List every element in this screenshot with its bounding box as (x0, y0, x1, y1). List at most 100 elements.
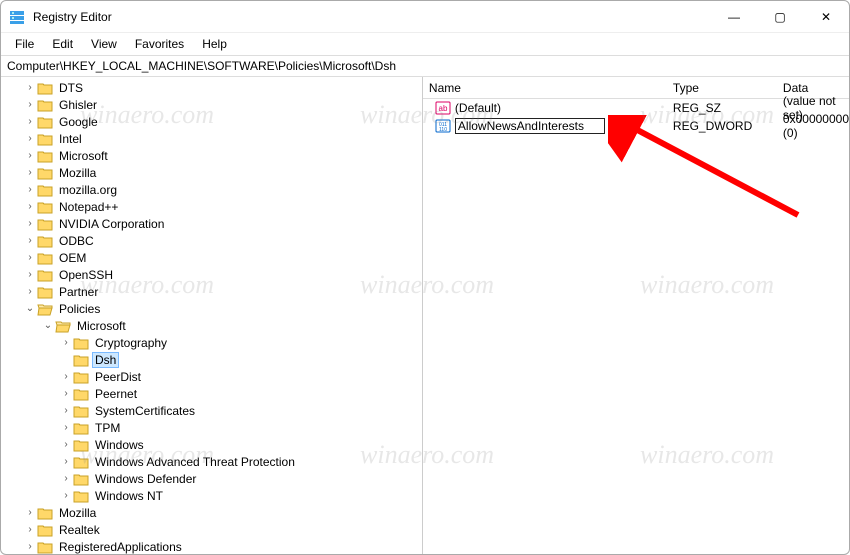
chevron-right-icon[interactable]: › (59, 473, 73, 484)
chevron-right-icon[interactable]: › (59, 490, 73, 501)
menubar: File Edit View Favorites Help (1, 33, 849, 55)
folder-icon (37, 217, 53, 231)
tree-node-label: Policies (57, 302, 102, 316)
tree-node[interactable]: ⌄ Microsoft (41, 317, 422, 334)
tree-node[interactable]: › Peernet (59, 385, 422, 402)
chevron-right-icon[interactable]: › (23, 133, 37, 144)
folder-icon (73, 472, 89, 486)
chevron-right-icon[interactable]: › (23, 235, 37, 246)
column-name[interactable]: Name (423, 81, 673, 95)
tree-node[interactable]: › OEM (23, 249, 422, 266)
chevron-right-icon[interactable]: › (23, 116, 37, 127)
chevron-right-icon[interactable]: › (23, 269, 37, 280)
chevron-down-icon[interactable]: ⌄ (41, 320, 55, 331)
tree-node-label: Windows Advanced Threat Protection (93, 455, 297, 469)
tree-node[interactable]: › Windows Defender (59, 470, 422, 487)
chevron-right-icon[interactable]: › (59, 371, 73, 382)
chevron-right-icon[interactable]: › (23, 99, 37, 110)
folder-icon (37, 234, 53, 248)
folder-icon (37, 132, 53, 146)
chevron-right-icon[interactable]: › (23, 507, 37, 518)
tree-node-label: Windows (93, 438, 146, 452)
chevron-right-icon[interactable]: › (23, 524, 37, 535)
chevron-right-icon[interactable]: › (23, 167, 37, 178)
chevron-right-icon[interactable]: › (23, 252, 37, 263)
tree-node[interactable]: › Cryptography (59, 334, 422, 351)
values-pane[interactable]: Name Type Data ab (Default) REG_SZ (valu… (423, 77, 849, 554)
dword-value-icon: 011110 (435, 118, 451, 134)
menu-edit[interactable]: Edit (44, 35, 81, 53)
tree-node[interactable]: › Mozilla (23, 504, 422, 521)
titlebar[interactable]: Registry Editor — ▢ ✕ (1, 1, 849, 33)
value-name-edit[interactable] (455, 118, 605, 134)
tree-node[interactable]: › Windows Advanced Threat Protection (59, 453, 422, 470)
tree-node[interactable]: Dsh (59, 351, 422, 368)
folder-icon (37, 149, 53, 163)
chevron-right-icon[interactable]: › (59, 439, 73, 450)
chevron-right-icon[interactable]: › (23, 184, 37, 195)
address-bar[interactable]: Computer\HKEY_LOCAL_MACHINE\SOFTWARE\Pol… (1, 55, 849, 77)
chevron-down-icon[interactable]: ⌄ (23, 303, 37, 314)
tree-node[interactable]: › Realtek (23, 521, 422, 538)
menu-view[interactable]: View (83, 35, 125, 53)
folder-icon (37, 115, 53, 129)
chevron-right-icon[interactable]: › (23, 82, 37, 93)
chevron-right-icon[interactable]: › (59, 337, 73, 348)
tree-node[interactable]: › Partner (23, 283, 422, 300)
close-button[interactable]: ✕ (803, 1, 849, 32)
tree-node-label: Microsoft (75, 319, 128, 333)
tree-pane[interactable]: › DTS › Ghisler › Google › Intel › Micro… (1, 77, 423, 554)
maximize-button[interactable]: ▢ (757, 1, 803, 32)
chevron-right-icon[interactable]: › (23, 218, 37, 229)
folder-icon (73, 370, 89, 384)
values-list[interactable]: ab (Default) REG_SZ (value not set) 0111… (423, 99, 849, 554)
tree-node[interactable]: › PeerDist (59, 368, 422, 385)
tree-node[interactable]: › Microsoft (23, 147, 422, 164)
tree-node[interactable]: › ODBC (23, 232, 422, 249)
tree-node[interactable]: › Intel (23, 130, 422, 147)
tree-node-label: Windows Defender (93, 472, 198, 486)
folder-icon (73, 438, 89, 452)
value-row[interactable]: 011110 REG_DWORD 0x00000000 (0) (423, 117, 849, 135)
regedit-icon (9, 9, 25, 25)
minimize-button[interactable]: — (711, 1, 757, 32)
chevron-right-icon[interactable]: › (23, 150, 37, 161)
tree-node-label: mozilla.org (57, 183, 119, 197)
tree-node[interactable]: › OpenSSH (23, 266, 422, 283)
window-controls: — ▢ ✕ (711, 1, 849, 32)
tree-node-label: Microsoft (57, 149, 110, 163)
value-data: 0x00000000 (0) (783, 112, 849, 140)
chevron-right-icon[interactable]: › (23, 541, 37, 552)
tree-node-label: Partner (57, 285, 100, 299)
column-type[interactable]: Type (673, 81, 783, 95)
folder-icon (37, 166, 53, 180)
tree-node[interactable]: › SystemCertificates (59, 402, 422, 419)
chevron-right-icon[interactable]: › (59, 422, 73, 433)
tree-node-label: Google (57, 115, 100, 129)
tree-node[interactable]: › Mozilla (23, 164, 422, 181)
chevron-right-icon[interactable]: › (59, 388, 73, 399)
tree-node[interactable]: ⌄ Policies (23, 300, 422, 317)
tree-node[interactable]: › RegisteredApplications (23, 538, 422, 554)
tree-node[interactable]: › mozilla.org (23, 181, 422, 198)
folder-icon (55, 319, 71, 333)
chevron-right-icon[interactable]: › (23, 201, 37, 212)
chevron-right-icon[interactable]: › (59, 456, 73, 467)
registry-tree[interactable]: › DTS › Ghisler › Google › Intel › Micro… (5, 79, 422, 554)
tree-node[interactable]: › NVIDIA Corporation (23, 215, 422, 232)
menu-favorites[interactable]: Favorites (127, 35, 192, 53)
tree-node[interactable]: › Google (23, 113, 422, 130)
tree-node[interactable]: › Windows (59, 436, 422, 453)
column-data[interactable]: Data (783, 81, 849, 95)
tree-node[interactable]: › DTS (23, 79, 422, 96)
tree-node[interactable]: › Notepad++ (23, 198, 422, 215)
menu-help[interactable]: Help (194, 35, 235, 53)
chevron-right-icon[interactable]: › (59, 405, 73, 416)
menu-file[interactable]: File (7, 35, 42, 53)
tree-node[interactable]: › Ghisler (23, 96, 422, 113)
tree-node[interactable]: › Windows NT (59, 487, 422, 504)
chevron-right-icon[interactable]: › (23, 286, 37, 297)
folder-icon (37, 302, 53, 316)
tree-node-label: Windows NT (93, 489, 165, 503)
tree-node[interactable]: › TPM (59, 419, 422, 436)
